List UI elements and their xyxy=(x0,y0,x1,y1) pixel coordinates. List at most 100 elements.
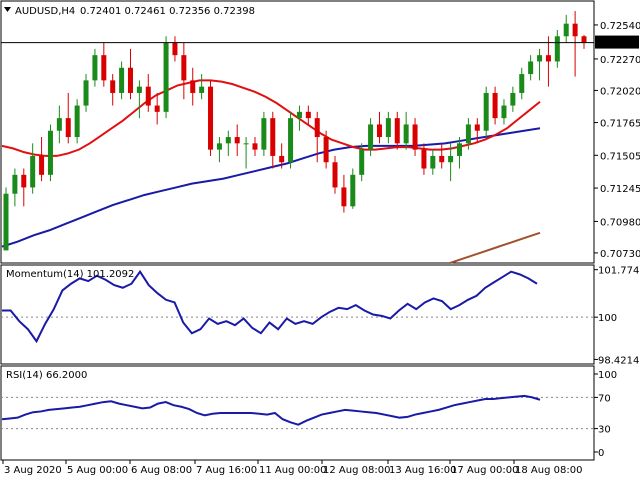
candle[interactable] xyxy=(74,99,80,144)
candle-body xyxy=(572,23,578,37)
candle-body xyxy=(350,174,356,207)
candle-body xyxy=(208,86,214,150)
candle-body xyxy=(279,155,285,163)
momentum-tick-label: 98.4214 xyxy=(598,355,639,366)
candle[interactable] xyxy=(483,86,489,138)
candle-body xyxy=(270,118,276,156)
candle-body xyxy=(448,155,454,163)
price-chart-canvas[interactable]: Momentum(14) 101.2092 RSI(14) 66.2000 0.… xyxy=(0,0,640,480)
candle-body xyxy=(39,155,45,175)
price-tick-label: 0.72270 xyxy=(600,55,640,66)
time-tick-label: 6 Aug 08:00 xyxy=(131,465,192,476)
candle-body xyxy=(110,80,116,93)
candle-body xyxy=(403,124,409,144)
rsi-title: RSI(14) 66.2000 xyxy=(6,370,87,381)
candle-body xyxy=(359,149,365,175)
candle-body xyxy=(385,118,391,138)
candle-body xyxy=(554,36,560,62)
candle-body xyxy=(172,42,178,56)
candle-body xyxy=(341,187,347,207)
candle-body xyxy=(305,111,311,119)
candle[interactable] xyxy=(3,187,9,251)
price-tick-label: 0.72540 xyxy=(600,21,640,32)
candle-body xyxy=(528,61,534,75)
candle-body xyxy=(252,143,258,150)
candle-body xyxy=(261,118,267,150)
candle-body xyxy=(581,36,587,43)
candle-body xyxy=(483,92,489,131)
candle-body xyxy=(101,55,107,81)
time-tick-label: 7 Aug 16:00 xyxy=(196,465,257,476)
candle-body xyxy=(412,124,418,150)
candle-body xyxy=(145,86,151,106)
candle-body xyxy=(501,105,507,119)
momentum-title: Momentum(14) 101.2092 xyxy=(6,269,134,280)
price-tick-label: 0.71505 xyxy=(600,151,640,162)
candle[interactable] xyxy=(163,36,169,119)
time-tick-label: 13 Aug 16:00 xyxy=(389,465,456,476)
candle-body xyxy=(74,105,80,138)
candle-body xyxy=(296,111,302,119)
candle-body xyxy=(457,143,463,156)
price-tick-label: 0.70980 xyxy=(600,217,640,228)
candle-body xyxy=(314,118,320,138)
candle-body xyxy=(234,137,240,144)
ohlc-values: 0.72401 0.72461 0.72356 0.72398 xyxy=(80,6,255,17)
candle-body xyxy=(537,55,543,62)
time-tick-label: 12 Aug 08:00 xyxy=(323,465,390,476)
candle[interactable] xyxy=(208,80,214,156)
candle-body xyxy=(163,42,169,112)
rsi-pane[interactable] xyxy=(0,365,595,461)
candle-body xyxy=(181,55,187,81)
candle-body xyxy=(430,155,436,169)
candle-body xyxy=(394,118,400,144)
candle-body xyxy=(190,80,196,93)
chart-header: AUDUSD,H4 0.72401 0.72461 0.72356 0.7239… xyxy=(4,6,255,17)
candle-body xyxy=(119,67,125,93)
price-tick-label: 0.72020 xyxy=(600,86,640,97)
time-tick-label: 18 Aug 08:00 xyxy=(515,465,582,476)
candle-body xyxy=(439,155,445,163)
candle-body xyxy=(563,23,569,37)
candle-body xyxy=(323,137,329,163)
momentum-tick-label: 101.7748 xyxy=(598,266,640,277)
candle-body xyxy=(216,143,222,150)
candle-body xyxy=(154,105,160,112)
rsi-tick-label: 70 xyxy=(598,393,611,404)
time-tick-label: 11 Aug 00:00 xyxy=(259,465,326,476)
symbol-timeframe: AUDUSD,H4 xyxy=(15,6,75,17)
candle-body xyxy=(21,174,27,188)
candle-body xyxy=(199,86,205,93)
candle-body xyxy=(332,162,338,188)
candle-body xyxy=(127,67,133,93)
candle-body xyxy=(288,118,294,163)
candle-body xyxy=(3,193,9,251)
candle-body xyxy=(492,92,498,119)
candle-body xyxy=(474,124,480,131)
rsi-tick-label: 30 xyxy=(598,425,611,436)
candle-body xyxy=(65,118,71,138)
price-tick-label: 0.71245 xyxy=(600,184,640,195)
candle[interactable] xyxy=(47,124,53,182)
candle-body xyxy=(465,124,471,144)
rsi-tick-label: 100 xyxy=(598,370,617,381)
main-pane[interactable] xyxy=(0,0,595,264)
candle-body xyxy=(30,155,36,188)
candle-body xyxy=(243,143,249,145)
candle-body xyxy=(225,137,231,144)
time-tick-label: 3 Aug 2020 xyxy=(4,465,62,476)
candle-body xyxy=(83,80,89,106)
candle[interactable] xyxy=(261,111,267,156)
rsi-tick-label: 0 xyxy=(598,448,604,459)
current-price-label: 0.72398 xyxy=(598,39,639,50)
time-tick-label: 17 Aug 00:00 xyxy=(451,465,518,476)
momentum-tick-label: 100 xyxy=(598,313,617,324)
candle-body xyxy=(12,174,18,194)
candle-body xyxy=(421,149,427,169)
price-tick-label: 0.70730 xyxy=(600,249,640,260)
candle-body xyxy=(136,86,142,93)
candle-body xyxy=(368,124,374,150)
price-tick-label: 0.71765 xyxy=(600,119,640,130)
candle-body xyxy=(376,124,382,138)
candle[interactable] xyxy=(288,111,294,169)
